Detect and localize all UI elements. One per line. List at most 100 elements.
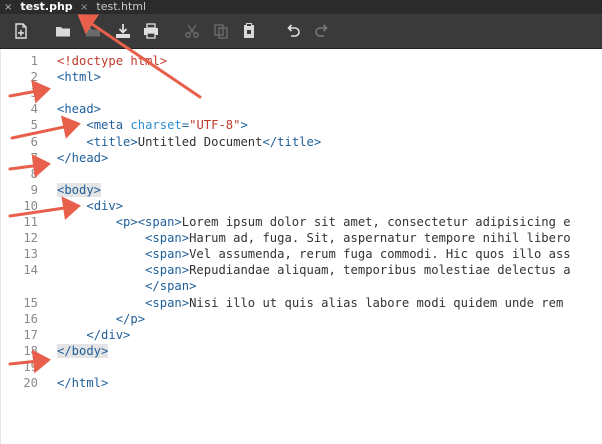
code-line[interactable]: 16 </p> bbox=[0, 311, 602, 327]
close-icon[interactable]: × bbox=[80, 2, 88, 13]
code-token: <meta bbox=[86, 118, 131, 133]
redo-icon[interactable] bbox=[313, 22, 331, 40]
code-token: </body> bbox=[57, 343, 109, 358]
code-line[interactable]: 20 </html> bbox=[0, 375, 602, 391]
code-line[interactable]: 11 <p><span>Lorem ipsum dolor sit amet, … bbox=[0, 214, 602, 230]
code-line[interactable]: 4 <head> bbox=[0, 101, 602, 117]
cut-icon[interactable] bbox=[183, 22, 201, 40]
tab-bar: × test.php × test.html bbox=[0, 0, 602, 14]
line-number: 7 bbox=[30, 150, 38, 165]
code-token: Nisi illo ut quis alias labore modi quid… bbox=[189, 295, 564, 310]
code-token: <div> bbox=[86, 198, 124, 213]
code-token: <span> bbox=[145, 247, 190, 262]
line-code: <html> bbox=[57, 69, 101, 85]
tab-test-php[interactable]: × test.php bbox=[4, 0, 73, 14]
code-token: <span> bbox=[145, 231, 190, 246]
code-token: </span> bbox=[145, 279, 197, 294]
line-code: <body> bbox=[57, 182, 102, 198]
line-number: 6 bbox=[30, 134, 38, 149]
code-line[interactable]: 9 <body> bbox=[0, 182, 602, 198]
code-token: </head> bbox=[57, 150, 109, 165]
code-token: <head> bbox=[57, 102, 102, 117]
line-code: <span>Harum ad, fuga. Sit, aspernatur te… bbox=[57, 230, 571, 246]
line-code: <p><span>Lorem ipsum dolor sit amet, con… bbox=[57, 214, 571, 230]
code-editor[interactable]: 1 <!doctype html> 2 <html> 3 4 <head> 5 <meta c… bbox=[0, 49, 602, 444]
code-token: <!doctype html> bbox=[57, 54, 168, 68]
code-token: <span> bbox=[145, 295, 190, 310]
code-token: = bbox=[181, 118, 190, 133]
line-code: <!doctype html> bbox=[57, 53, 167, 69]
code-token: </div> bbox=[86, 327, 131, 342]
line-number: 2 bbox=[30, 70, 38, 85]
code-line[interactable]: 13 <span>Vel assumenda, rerum fuga commo… bbox=[0, 246, 602, 262]
line-code: <span>Repudiandae aliquam, temporibus mo… bbox=[57, 262, 571, 278]
paste-icon[interactable] bbox=[240, 22, 258, 40]
code-line[interactable]: 2 <html> bbox=[0, 69, 602, 85]
line-number: 4 bbox=[30, 102, 38, 117]
code-line[interactable]: 10 <div> bbox=[0, 198, 602, 214]
line-number: 14 bbox=[23, 263, 38, 278]
code-token: charset bbox=[130, 118, 182, 133]
code-line[interactable]: 7 </head> bbox=[0, 150, 602, 166]
line-code: </html> bbox=[57, 375, 108, 391]
code-token: <span> bbox=[137, 215, 182, 229]
code-line[interactable]: 15 <span>Nisi illo ut quis alias labore … bbox=[0, 295, 602, 311]
copy-icon[interactable] bbox=[212, 22, 230, 40]
line-number: 5 bbox=[30, 118, 38, 133]
code-line[interactable]: 1 <!doctype html> bbox=[0, 53, 602, 69]
undo-icon[interactable] bbox=[284, 22, 302, 40]
code-line[interactable]: 6 <title>Untitled Document</title> bbox=[0, 134, 602, 150]
code-token: <title> bbox=[86, 134, 138, 149]
code-line[interactable]: 14 <span>Repudiandae aliquam, temporibus… bbox=[0, 262, 602, 278]
code-token: Lorem ipsum dolor sit amet, consectetur … bbox=[181, 215, 571, 229]
line-number: 18 bbox=[23, 343, 38, 358]
tab-label: test.php bbox=[20, 0, 73, 13]
line-number: 15 bbox=[23, 295, 38, 310]
close-icon[interactable]: × bbox=[4, 2, 12, 13]
line-number: 1 bbox=[30, 54, 38, 68]
toolbar bbox=[0, 14, 602, 49]
code-line[interactable]: 19 bbox=[0, 359, 602, 375]
tab-test-html[interactable]: × test.html bbox=[80, 0, 146, 14]
code-token: Untitled Document bbox=[137, 134, 263, 149]
code-line[interactable]: 17 </div> bbox=[0, 327, 602, 343]
code-token: "UTF-8" bbox=[189, 118, 241, 133]
code-token: Repudiandae aliquam, temporibus molestia… bbox=[189, 263, 571, 278]
line-code: </p> bbox=[57, 311, 145, 327]
code-line[interactable]: 8 bbox=[0, 166, 602, 182]
line-number: 20 bbox=[23, 376, 38, 390]
open-folder-icon[interactable] bbox=[54, 22, 72, 40]
save-icon[interactable] bbox=[84, 22, 102, 40]
print-icon[interactable] bbox=[142, 22, 160, 40]
code-token: > bbox=[240, 118, 248, 133]
code-token: <p> bbox=[115, 215, 138, 229]
line-code: </body> bbox=[57, 343, 109, 359]
code-token: <body> bbox=[57, 182, 102, 197]
line-code: </div> bbox=[57, 327, 130, 343]
line-number: 11 bbox=[23, 215, 38, 229]
line-number: 13 bbox=[23, 247, 38, 262]
code-token: Harum ad, fuga. Sit, aspernatur tempore … bbox=[189, 231, 571, 246]
code-line[interactable]: 12 <span>Harum ad, fuga. Sit, aspernatur… bbox=[0, 230, 602, 246]
code-token: <span> bbox=[145, 263, 190, 278]
new-file-icon[interactable] bbox=[12, 22, 30, 40]
code-token: </html> bbox=[57, 376, 109, 390]
line-number: 19 bbox=[23, 359, 38, 374]
line-number: 17 bbox=[23, 327, 38, 342]
code-line[interactable]: 18 </body> bbox=[0, 343, 602, 359]
line-code: <span>Nisi illo ut quis alias labore mod… bbox=[57, 295, 563, 311]
tab-label: test.html bbox=[96, 0, 147, 13]
line-code: <meta charset="UTF-8"> bbox=[57, 117, 248, 133]
download-icon[interactable] bbox=[114, 22, 132, 40]
code-line[interactable]: </span> bbox=[0, 278, 602, 294]
line-number: 16 bbox=[23, 311, 38, 326]
code-line[interactable]: 5 <meta charset="UTF-8"> bbox=[0, 117, 602, 133]
code-line[interactable]: 3 bbox=[0, 85, 602, 101]
